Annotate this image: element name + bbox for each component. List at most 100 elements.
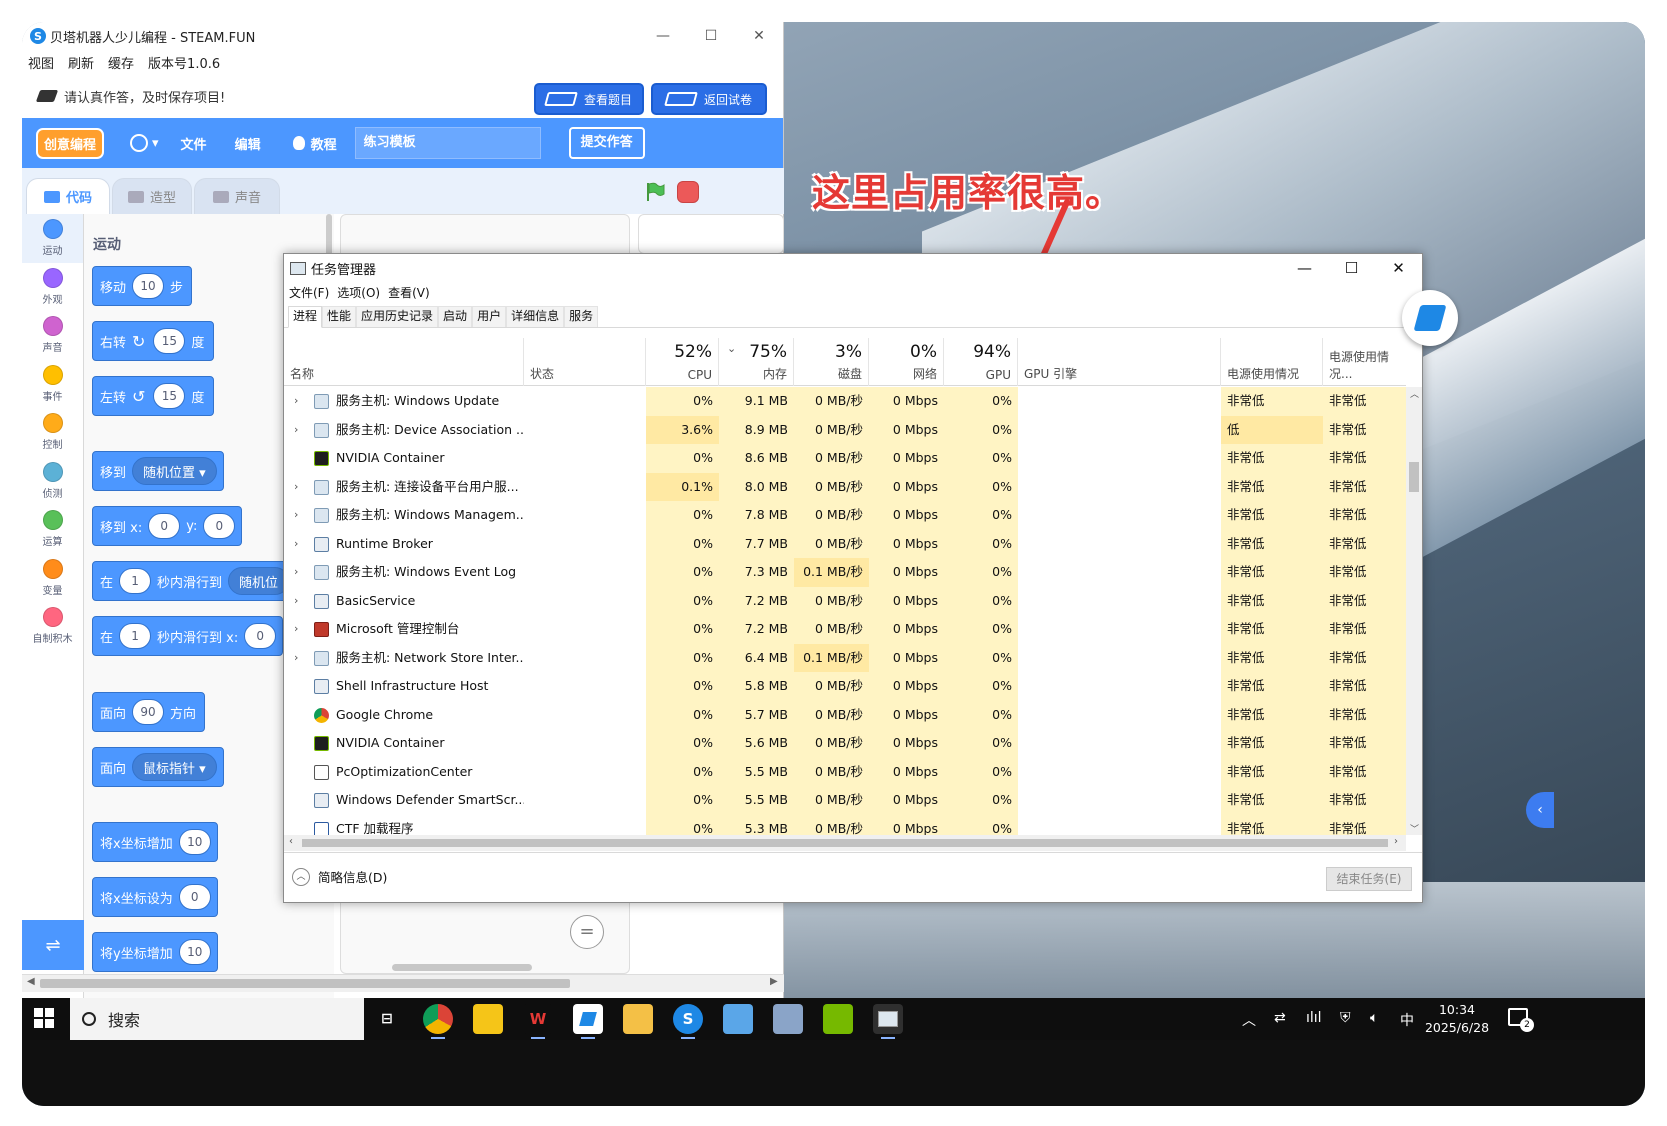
column-gpu[interactable]: 94% GPU [944,338,1018,386]
scroll-right-icon[interactable]: › [1394,836,1398,847]
stage-panel[interactable] [638,214,784,254]
block-input[interactable]: 10 [132,273,165,299]
table-row[interactable]: PcOptimizationCenter 0% 5.5 MB 0 MB/秒 0 Mbps… [284,757,1406,786]
table-row[interactable]: › 服务主机: Device Association ... 3.6% 8.9 MB 0… [284,415,1406,444]
menu-refresh[interactable]: 刷新 [68,53,94,72]
block-input[interactable]: 0 [203,513,236,539]
table-row[interactable]: Shell Infrastructure Host 0% 5.8 MB 0 MB/秒 0… [284,672,1406,701]
column-memory[interactable]: ⌄ 75% 内存 [719,338,794,386]
scroll-up-icon[interactable]: ︿ [1410,387,1419,400]
taskbar-clock[interactable]: 10:34 2025/6/28 [1424,1001,1490,1037]
process-vertical-scrollbar[interactable]: ︿ ﹀ [1406,387,1422,835]
minimize-button[interactable]: — [1281,254,1328,282]
workspace-scrollbar[interactable] [392,964,532,971]
block-dropdown[interactable]: 随机位置 ▾ [132,457,217,485]
tab-processes[interactable]: 进程 [288,306,323,328]
block-dropdown[interactable]: 随机位 [228,567,290,595]
tray-meter-icon[interactable]: ılıl [1306,1010,1322,1026]
fewer-details-button[interactable]: ︿ 简略信息(D) [292,867,387,886]
green-flag-icon[interactable] [645,182,665,202]
category-item[interactable]: 变量 [22,554,83,603]
block-glide-xy[interactable]: 在 1 秒内滑行到 x: 0 [92,616,284,656]
task-manager-taskbar-icon[interactable] [873,1004,903,1039]
column-gpu-engine[interactable]: GPU 引擎 [1018,338,1221,386]
tab-costume[interactable]: 造型 [112,178,192,214]
close-button[interactable]: ✕ [1375,254,1422,282]
tab-app-history[interactable]: 应用历史记录 [356,306,439,327]
tray-ime-indicator[interactable]: 中 [1400,1010,1414,1030]
wps-office-icon[interactable]: W [523,1004,553,1039]
category-item[interactable]: 外观 [22,263,83,312]
project-name-input[interactable]: 练习模板 [354,127,541,159]
window-horizontal-scrollbar[interactable]: ◀ ▶ [22,974,784,992]
tray-network-sync-icon[interactable]: ⇄ [1274,1010,1286,1026]
block-change-x[interactable]: 将x坐标增加 10 [92,822,218,862]
block-goto-xy[interactable]: 移到 x: 0 y: 0 [92,506,243,546]
maximize-button[interactable]: ☐ [1328,254,1375,282]
tab-sound[interactable]: 声音 [194,178,280,214]
menu-view[interactable]: 视图 [28,53,54,72]
block-input[interactable]: 1 [119,568,152,594]
table-row[interactable]: CTF 加载程序 0% 5.3 MB 0 MB/秒 0 Mbps 0% 非常低 非常低 [284,814,1406,835]
table-row[interactable]: › 服务主机: Windows Update 0% 9.1 MB 0 MB/秒 0 Mbp… [284,387,1406,416]
menu-options[interactable]: 选项(O) [337,284,380,301]
menu-view[interactable]: 查看(V) [388,284,430,301]
block-input[interactable]: 0 [178,884,211,910]
block-point-direction[interactable]: 面向 90 方向 [92,692,206,732]
scroll-right-icon[interactable]: ▶ [770,976,778,987]
table-row[interactable]: › 服务主机: Windows Event Log 0% 7.3 MB 0.1 MB/秒… [284,558,1406,587]
table-row[interactable]: › 服务主机: 连接设备平台用户服... 0.1% 8.0 MB 0 MB/秒 0 Mbp… [284,472,1406,501]
block-move-steps[interactable]: 移动 10 步 [92,266,193,306]
zoom-reset-button[interactable]: = [570,915,604,949]
table-row[interactable]: NVIDIA Container 0% 8.6 MB 0 MB/秒 0 Mbps 0% 非常… [284,444,1406,473]
nvidia-icon[interactable] [823,1004,853,1034]
floating-assistant-icon[interactable] [1402,290,1458,346]
menu-cache[interactable]: 缓存 [108,53,134,72]
taskbar-search-box[interactable]: 搜索 [70,998,364,1040]
column-network[interactable]: 0% 网络 [869,338,944,386]
tray-volume-icon[interactable]: 🔈︎ [1370,1010,1378,1026]
close-button[interactable]: ✕ [735,22,783,50]
file-menu[interactable]: 文件 [181,134,207,153]
menu-file[interactable]: 文件(F) [289,284,329,301]
tab-services[interactable]: 服务 [564,306,599,327]
column-disk[interactable]: 3% 磁盘 [794,338,869,386]
sticky-notes-icon[interactable] [473,1004,503,1034]
return-exam-button[interactable]: 返回试卷 [651,83,767,115]
chrome-icon[interactable] [423,1004,453,1039]
language-button[interactable]: ▾ [130,134,159,152]
block-glide-random[interactable]: 在 1 秒内滑行到 随机位 [92,561,297,601]
tray-security-icon[interactable]: ⛨ [1340,1010,1351,1026]
table-row[interactable]: › 服务主机: Network Store Inter... 0% 6.4 MB 0.1… [284,643,1406,672]
menu-version[interactable]: 版本号1.0.6 [148,53,220,72]
scrollbar-thumb[interactable] [1409,462,1419,492]
table-row[interactable]: Google Chrome 0% 5.7 MB 0 MB/秒 0 Mbps 0% 非常低 非常… [284,700,1406,729]
notification-center-icon[interactable]: 2 [1508,1008,1534,1032]
stop-icon[interactable] [677,181,699,203]
column-power-trend[interactable]: 电源使用情况... [1323,338,1406,386]
windows-start-icon[interactable] [34,1008,54,1028]
block-dropdown[interactable]: 鼠标指针 ▾ [132,753,217,781]
block-input[interactable]: 15 [153,328,186,354]
end-task-button[interactable]: 结束任务(E) [1326,867,1412,891]
remote-desktop-icon[interactable] [723,1004,753,1034]
process-horizontal-scrollbar[interactable]: ‹ › [284,835,1406,851]
category-item[interactable]: 运动 [22,214,83,263]
block-input[interactable]: 90 [132,699,165,725]
block-input[interactable]: 1 [119,623,152,649]
column-status[interactable]: 状态 [524,338,646,386]
column-cpu[interactable]: 52% CPU [646,338,719,386]
task-view-icon[interactable]: ⊟ [372,1004,402,1034]
tray-overflow-icon[interactable]: ︿ [1242,1010,1256,1030]
block-point-towards[interactable]: 面向 鼠标指针 ▾ [92,747,224,787]
block-change-y[interactable]: 将y坐标增加 10 [92,932,218,972]
tab-code[interactable]: 代码 [26,178,110,214]
block-input[interactable]: 0 [244,623,277,649]
block-input[interactable]: 10 [178,829,211,855]
control-panel-icon[interactable] [773,1004,803,1034]
scrollbar-thumb[interactable] [302,839,1388,847]
tab-users[interactable]: 用户 [472,306,507,327]
steam-fun-icon[interactable]: S [673,1004,703,1039]
category-item[interactable]: 控制 [22,408,83,457]
block-input[interactable]: 15 [153,383,186,409]
